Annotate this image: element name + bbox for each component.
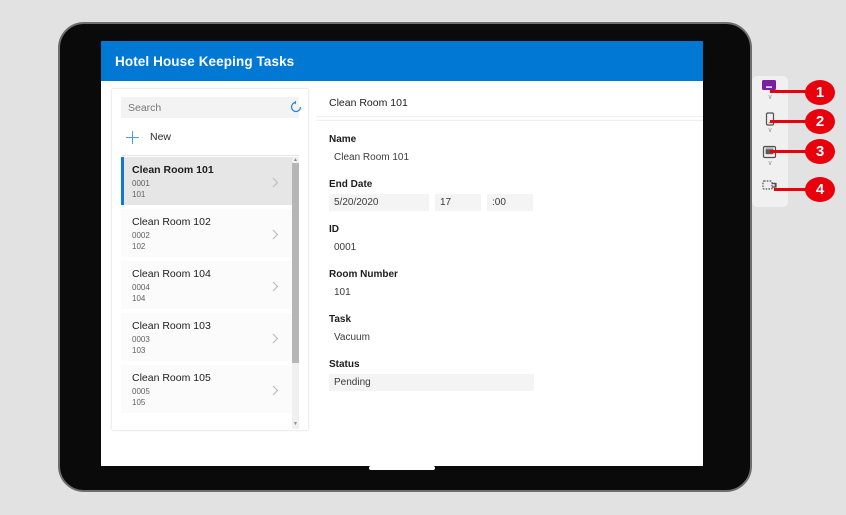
list-item-title: Clean Room 103 <box>132 320 211 332</box>
detail-header-title: Clean Room 101 <box>329 97 408 109</box>
app-body: New Clean Room 101 0001 101 Clean Room 102 0… <box>101 81 703 466</box>
chevron-right-icon[interactable] <box>272 227 279 240</box>
field-name-value[interactable]: Clean Room 101 <box>329 149 534 166</box>
detail-form: Name Clean Room 101 End Date 5/20/2020 1… <box>316 121 703 430</box>
field-id-label: ID <box>329 224 339 235</box>
new-button[interactable]: New <box>121 125 299 149</box>
field-task: Task Vacuum <box>329 314 703 346</box>
field-room-number-label: Room Number <box>329 269 398 280</box>
list-item[interactable]: Clean Room 102 0002 102 <box>121 209 299 258</box>
chevron-right-icon[interactable] <box>272 383 279 396</box>
callout-line-4 <box>774 188 808 191</box>
field-end-date-label: End Date <box>329 179 373 190</box>
list-item[interactable]: Clean Room 104 0004 104 <box>121 261 299 310</box>
chevron-down-icon[interactable]: ∨ <box>766 160 774 167</box>
list-item-room: 103 <box>132 346 146 355</box>
list-item-id: 0004 <box>132 283 150 292</box>
field-status: Status Pending <box>329 359 703 391</box>
gallery-items-container: Clean Room 101 0001 101 Clean Room 102 0002 1… <box>121 157 299 414</box>
list-scroll-thumb[interactable] <box>292 163 299 363</box>
list-item-title: Clean Room 102 <box>132 216 211 228</box>
list-item-room: 102 <box>132 242 146 251</box>
toolbar-item-print-preview[interactable] <box>752 175 788 208</box>
toolbar-item-tablet[interactable]: ∨ <box>752 142 788 175</box>
search-input[interactable] <box>121 97 280 118</box>
detail-header: Clean Room 101 <box>316 89 703 116</box>
selection-indicator <box>121 157 124 205</box>
gallery-list[interactable]: Clean Room 101 0001 101 Clean Room 102 0002 1… <box>121 157 299 429</box>
gallery-panel: New Clean Room 101 0001 101 Clean Room 102 0… <box>112 89 308 430</box>
list-item-room: 104 <box>132 294 146 303</box>
list-item-room: 105 <box>132 398 146 407</box>
list-scrollbar[interactable]: ▲ ▼ <box>292 157 299 429</box>
scroll-down-arrow[interactable]: ▼ <box>293 422 298 427</box>
end-hour-input[interactable]: 17 <box>435 194 481 211</box>
chevron-down-icon[interactable]: ∨ <box>766 127 774 134</box>
field-end-date-row: 5/20/2020 17 :00 <box>329 194 703 211</box>
list-item[interactable]: Clean Room 101 0001 101 <box>121 157 299 206</box>
new-button-label: New <box>150 131 172 143</box>
field-room-number: Room Number 101 <box>329 269 703 301</box>
home-indicator <box>369 466 435 470</box>
device-screen: Hotel House Keeping Tasks New Clean <box>101 41 703 466</box>
app-title: Hotel House Keeping Tasks <box>115 53 295 69</box>
toolbar-item-phone[interactable]: ∨ <box>752 109 788 142</box>
field-name: Name Clean Room 101 <box>329 134 703 166</box>
callout-badge-4: 4 <box>805 177 835 202</box>
plus-icon <box>126 130 139 144</box>
callout-line-3 <box>770 150 808 153</box>
callout-line-2 <box>770 120 808 123</box>
callout-line-1 <box>770 90 808 93</box>
list-divider <box>121 155 299 156</box>
list-item-room: 101 <box>132 190 146 199</box>
list-item-title: Clean Room 105 <box>132 372 211 384</box>
field-room-number-value[interactable]: 101 <box>329 284 534 301</box>
field-id: ID 0001 <box>329 224 703 256</box>
callout-badge-3: 3 <box>805 139 835 164</box>
list-item-id: 0001 <box>132 179 150 188</box>
list-item-title: Clean Room 101 <box>132 164 214 176</box>
field-name-label: Name <box>329 134 357 145</box>
detail-panel: Clean Room 101 Name Clean Room 101 End D… <box>316 89 703 430</box>
field-status-label: Status <box>329 359 360 370</box>
chevron-right-icon[interactable] <box>272 331 279 344</box>
field-task-value[interactable]: Vacuum <box>329 329 534 346</box>
list-item[interactable]: Clean Room 103 0003 103 <box>121 313 299 362</box>
field-end-date: End Date 5/20/2020 17 :00 <box>329 179 703 211</box>
callout-badge-1: 1 <box>805 80 835 105</box>
list-item-id: 0003 <box>132 335 150 344</box>
chevron-down-icon[interactable]: ∨ <box>766 94 774 101</box>
list-item-id: 0005 <box>132 387 150 396</box>
end-minute-input[interactable]: :00 <box>487 194 533 211</box>
chevron-right-icon[interactable] <box>272 175 279 188</box>
end-date-input[interactable]: 5/20/2020 <box>329 194 429 211</box>
list-item-id: 0002 <box>132 231 150 240</box>
list-item[interactable]: Clean Room 105 0005 105 <box>121 365 299 414</box>
list-item-title: Clean Room 104 <box>132 268 211 280</box>
field-id-value[interactable]: 0001 <box>329 239 534 256</box>
field-task-label: Task <box>329 314 352 325</box>
refresh-icon[interactable] <box>289 100 303 114</box>
field-status-value[interactable]: Pending <box>329 374 534 391</box>
callout-badge-2: 2 <box>805 109 835 134</box>
search-row[interactable] <box>121 97 302 118</box>
app-header: Hotel House Keeping Tasks <box>101 41 703 81</box>
chevron-right-icon[interactable] <box>272 279 279 292</box>
